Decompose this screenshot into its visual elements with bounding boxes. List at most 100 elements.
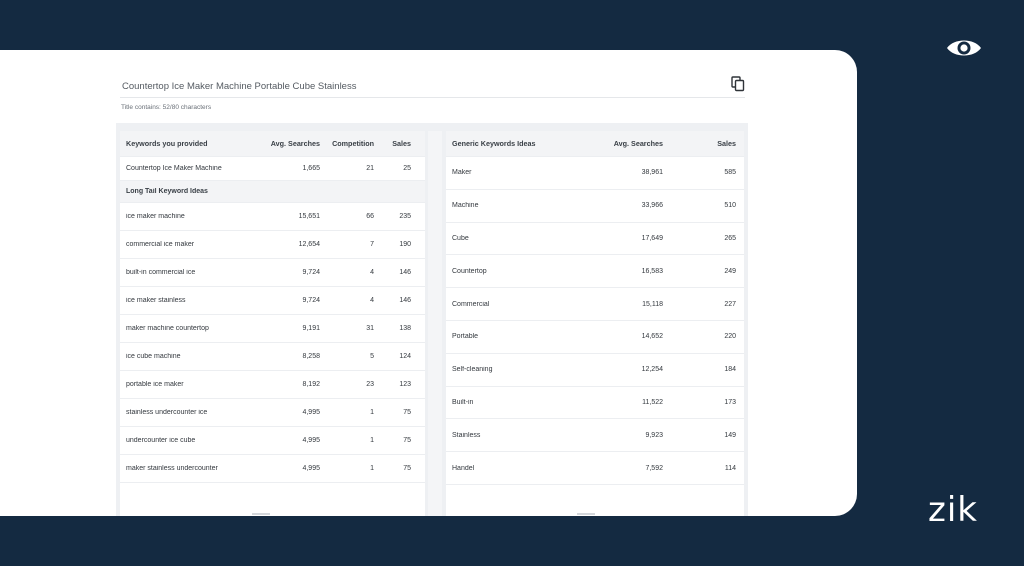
avg-searches-cell: 15,651 <box>298 213 320 220</box>
sales-cell: 265 <box>724 234 736 242</box>
keyword-cell: Commercial <box>452 300 490 308</box>
generic-keywords-table: Generic Keywords Ideas Avg. Searches Sal… <box>446 131 744 516</box>
sales-cell: 235 <box>399 213 411 220</box>
sales-cell: 124 <box>399 353 411 360</box>
col-header-competition[interactable]: Competition <box>324 139 380 148</box>
keyword-cell: Cube <box>452 234 469 242</box>
avg-searches-cell: 9,191 <box>302 325 320 332</box>
competition-cell: 1 <box>370 465 374 472</box>
avg-searches-cell: 9,923 <box>645 431 663 439</box>
right-scroll-indicator[interactable] <box>577 513 595 515</box>
table-row[interactable]: Cube 17,649 265 <box>446 223 744 256</box>
avg-searches-cell: 9,724 <box>302 297 320 304</box>
avg-searches-cell: 12,654 <box>298 241 320 248</box>
avg-searches-cell: 8,192 <box>302 381 320 388</box>
sales-cell: 149 <box>724 431 736 439</box>
table-row[interactable]: Handel 7,592 114 <box>446 452 744 485</box>
table-row[interactable]: Maker 38,961 585 <box>446 157 744 190</box>
title-field[interactable]: Countertop Ice Maker Machine Portable Cu… <box>120 75 745 98</box>
sales-cell: 146 <box>399 297 411 304</box>
avg-searches-cell: 17,649 <box>641 234 663 242</box>
table-row[interactable]: ice maker machine 15,651 66 235 <box>120 203 425 231</box>
table-row[interactable]: maker stainless undercounter 4,995 1 75 <box>120 455 425 483</box>
competition-cell: 4 <box>370 297 374 304</box>
sales-cell: 184 <box>724 366 736 374</box>
table-row[interactable]: Built-in 11,522 173 <box>446 387 744 420</box>
avg-searches-cell: 8,258 <box>302 353 320 360</box>
table-row[interactable]: Countertop Ice Maker Machine 1,665 21 25 <box>120 157 425 181</box>
sales-cell: 138 <box>399 325 411 332</box>
table-row[interactable]: portable ice maker 8,192 23 123 <box>120 371 425 399</box>
table-row[interactable]: commercial ice maker 12,654 7 190 <box>120 231 425 259</box>
avg-searches-cell: 16,583 <box>641 267 663 275</box>
sales-cell: 249 <box>724 267 736 275</box>
col-header-sales[interactable]: Sales <box>663 139 744 148</box>
avg-searches-cell: 15,118 <box>642 300 663 308</box>
col-header-generic-keyword[interactable]: Generic Keywords Ideas <box>446 139 576 148</box>
section-header: Long Tail Keyword Ideas <box>120 181 425 203</box>
sales-cell: 227 <box>724 300 736 308</box>
avg-searches-cell: 33,966 <box>641 202 663 210</box>
panel-divider <box>428 131 442 516</box>
avg-searches-cell: 11,522 <box>642 398 663 406</box>
sales-cell: 75 <box>403 465 411 472</box>
col-header-avg-searches[interactable]: Avg. Searches <box>252 139 324 148</box>
sales-cell: 510 <box>724 202 736 210</box>
keyword-cell: undercounter ice cube <box>126 437 196 444</box>
keyword-cell: commercial ice maker <box>126 241 195 248</box>
sales-cell: 146 <box>399 269 411 276</box>
sales-cell: 75 <box>403 437 411 444</box>
table-row[interactable]: maker machine countertop 9,191 31 138 <box>120 315 425 343</box>
keyword-cell: Handel <box>452 464 475 472</box>
avg-searches-cell: 4,995 <box>302 409 320 416</box>
long-tail-section-label: Long Tail Keyword Ideas <box>126 188 208 195</box>
provided-keywords-table: Keywords you provided Avg. Searches Comp… <box>120 131 425 516</box>
table-row[interactable]: Commercial 15,118 227 <box>446 288 744 321</box>
competition-cell: 66 <box>366 213 374 220</box>
table-row[interactable]: stainless undercounter ice 4,995 1 75 <box>120 399 425 427</box>
table-header: Generic Keywords Ideas Avg. Searches Sal… <box>446 131 744 157</box>
competition-cell: 23 <box>366 381 374 388</box>
copy-icon[interactable] <box>731 75 745 92</box>
table-row[interactable]: undercounter ice cube 4,995 1 75 <box>120 427 425 455</box>
sales-cell: 173 <box>724 398 736 406</box>
competition-cell: 7 <box>370 241 374 248</box>
keyword-cell: ice maker stainless <box>126 297 186 304</box>
keyword-cell: maker machine countertop <box>126 325 209 332</box>
title-input-value[interactable]: Countertop Ice Maker Machine Portable Cu… <box>120 81 356 92</box>
col-header-avg-searches[interactable]: Avg. Searches <box>576 139 663 148</box>
avg-searches-cell: 1,665 <box>302 165 320 172</box>
table-row[interactable]: built-in commercial ice 9,724 4 146 <box>120 259 425 287</box>
col-header-sales[interactable]: Sales <box>380 139 425 148</box>
table-row[interactable]: ice cube machine 8,258 5 124 <box>120 343 425 371</box>
table-row[interactable]: ice maker stainless 9,724 4 146 <box>120 287 425 315</box>
keyword-cell: Stainless <box>452 431 481 439</box>
left-scroll-indicator[interactable] <box>252 513 270 515</box>
sales-cell: 75 <box>403 409 411 416</box>
brand-logo: zik <box>928 490 978 530</box>
keyword-cell: Built-in <box>452 398 474 406</box>
sales-cell: 25 <box>403 165 411 172</box>
avg-searches-cell: 9,724 <box>302 269 320 276</box>
competition-cell: 4 <box>370 269 374 276</box>
avg-searches-cell: 14,652 <box>641 333 663 341</box>
keyword-cell: built-in commercial ice <box>126 269 196 276</box>
tables-area: Keywords you provided Avg. Searches Comp… <box>116 123 748 516</box>
keyword-cell: Countertop Ice Maker Machine <box>126 165 222 172</box>
table-row[interactable]: Portable 14,652 220 <box>446 321 744 354</box>
sales-cell: 114 <box>724 464 736 472</box>
keyword-cell: Countertop <box>452 267 487 275</box>
keyword-cell: Maker <box>452 169 472 177</box>
competition-cell: 1 <box>370 437 374 444</box>
table-row[interactable]: Stainless 9,923 149 <box>446 419 744 453</box>
competition-cell: 5 <box>370 353 374 360</box>
competition-cell: 31 <box>366 325 374 332</box>
table-row[interactable]: Countertop 16,583 249 <box>446 255 744 289</box>
eye-icon[interactable] <box>945 36 983 60</box>
table-row[interactable]: Self-cleaning 12,254 184 <box>446 354 744 387</box>
keyword-card: Countertop Ice Maker Machine Portable Cu… <box>0 50 857 516</box>
keyword-cell: portable ice maker <box>126 381 184 388</box>
competition-cell: 1 <box>370 409 374 416</box>
table-row[interactable]: Machine 33,966 510 <box>446 190 744 223</box>
col-header-keyword[interactable]: Keywords you provided <box>120 139 252 148</box>
